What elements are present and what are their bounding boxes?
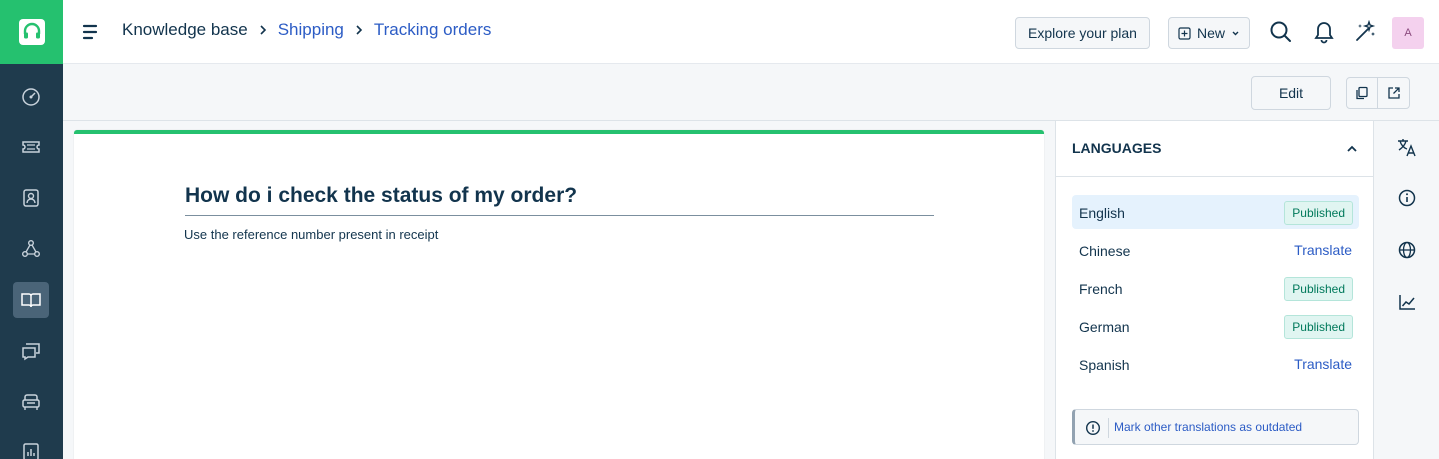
rail-analytics-button[interactable] [1396,291,1418,313]
left-navigation [0,0,63,459]
nav-item-groups[interactable] [13,231,49,267]
analytics-icon [1399,295,1415,310]
search-icon [1270,21,1291,42]
language-row-spanish: Spanish Translate [1072,347,1359,381]
explore-plan-button[interactable]: Explore your plan [1015,17,1150,49]
globe-icon [1398,241,1416,259]
language-name: German [1079,319,1130,335]
report-chart-icon [23,443,39,459]
nav-item-tickets[interactable] [13,129,49,165]
chevron-right-icon [258,24,268,36]
nav-item-contacts[interactable] [13,180,49,216]
rail-info-button[interactable] [1396,187,1418,209]
article-title: How do i check the status of my order? [185,184,578,207]
breadcrumb: Knowledge base Shipping Tracking orders [122,20,491,40]
search-button[interactable] [1268,19,1294,45]
assets-icon [22,394,40,410]
chevron-down-icon [1232,31,1239,35]
translate-link[interactable]: Translate [1294,356,1352,372]
language-row-german[interactable]: German Published [1072,309,1359,343]
add-box-icon [1178,26,1191,40]
dashboard-gauge-icon [22,88,40,106]
contact-card-icon [23,189,39,207]
book-icon [21,293,41,308]
language-name: Chinese [1079,243,1131,259]
nav-item-dashboard[interactable] [13,79,49,115]
language-row-chinese: Chinese Translate [1072,233,1359,267]
chevron-up-icon[interactable] [1344,141,1360,157]
rail-portal-button[interactable] [1396,239,1418,261]
new-button[interactable]: New [1168,17,1250,49]
status-badge: Published [1284,201,1353,225]
translate-icon [1398,139,1416,157]
clone-button[interactable] [1347,78,1379,108]
new-button-label: New [1196,25,1225,41]
top-bar: Knowledge base Shipping Tracking orders … [63,0,1439,64]
languages-panel: LANGUAGES English Published Chinese Tran… [1055,121,1374,459]
mark-outdated-link[interactable]: Mark other translations as outdated [1114,420,1302,434]
article-toolbar: Edit [63,64,1439,121]
sparkle-wand-icon [1356,20,1376,41]
status-badge: Published [1284,315,1353,339]
language-row-french[interactable]: French Published [1072,271,1359,305]
rail-languages-button[interactable] [1396,136,1418,158]
freshdesk-logo[interactable] [0,0,63,64]
language-name: Spanish [1079,357,1130,373]
network-icon [22,240,40,257]
copy-icon [1356,86,1368,100]
sidebar-toggle-icon[interactable] [81,22,101,42]
edit-button[interactable]: Edit [1251,76,1331,110]
chat-bubbles-icon [22,343,40,361]
title-divider [185,215,934,216]
languages-title: LANGUAGES [1072,140,1162,156]
nav-item-assets[interactable] [13,384,49,420]
breadcrumb-root[interactable]: Knowledge base [122,20,248,40]
open-external-button[interactable] [1378,78,1409,108]
article-body: Use the reference number present in rece… [184,227,439,242]
chevron-right-icon [354,24,364,36]
notifications-button[interactable] [1311,19,1337,45]
external-link-icon [1387,87,1400,99]
outdated-notice: Mark other translations as outdated [1072,409,1359,445]
breadcrumb-folder[interactable]: Shipping [278,20,344,40]
status-badge: Published [1284,277,1353,301]
ticket-icon [22,141,40,153]
nav-item-forums[interactable] [13,333,49,369]
info-icon [1085,420,1101,436]
divider [1108,418,1109,438]
breadcrumb-subfolder[interactable]: Tracking orders [374,20,491,40]
language-name: English [1079,205,1125,221]
bell-icon [1314,22,1334,44]
article-action-group [1346,77,1410,109]
article-content: How do i check the status of my order? U… [74,130,1044,459]
right-rail [1374,121,1439,459]
nav-item-reports[interactable] [13,434,49,459]
nav-item-solutions[interactable] [13,282,49,318]
language-name: French [1079,281,1123,297]
translate-link[interactable]: Translate [1294,242,1352,258]
headset-logo-icon [18,19,45,45]
info-icon [1398,189,1416,207]
language-row-english[interactable]: English Published [1072,195,1359,229]
avatar[interactable]: A [1392,17,1424,49]
languages-header[interactable]: LANGUAGES [1056,121,1374,177]
ai-assist-button[interactable] [1352,19,1378,45]
